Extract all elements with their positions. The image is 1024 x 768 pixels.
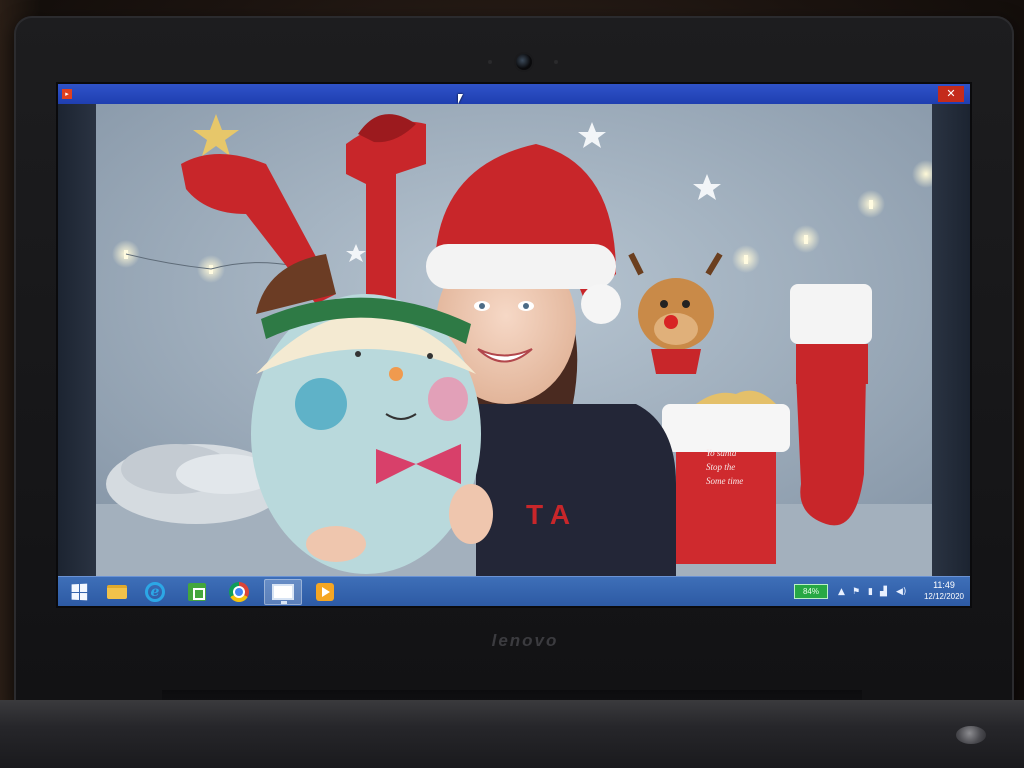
volume-icon[interactable]: ◀) <box>896 587 906 597</box>
webcam <box>516 54 532 70</box>
webcam-sensor <box>488 60 492 64</box>
monitor-icon <box>272 584 294 604</box>
power-button[interactable] <box>956 726 986 744</box>
taskbar-media-player[interactable] <box>306 579 344 605</box>
taskbar: e 84% ▲ ⚑ ▮ ▟ ◀) 11:49 12/12/2020 <box>58 576 970 606</box>
video-scene: Yo santa Stop the Some time T A <box>96 104 932 576</box>
store-icon <box>188 583 206 601</box>
taskbar-store[interactable] <box>178 579 216 605</box>
laptop-base <box>0 700 1024 768</box>
internet-explorer-icon: e <box>145 582 165 602</box>
taskbar-remote-desktop[interactable] <box>264 579 302 605</box>
taskbar-file-explorer[interactable] <box>98 579 136 605</box>
stocking-text-3: Some time <box>706 476 743 486</box>
show-hidden-icons-icon[interactable]: ▲ <box>838 587 845 597</box>
folder-icon <box>107 585 127 599</box>
action-center-flag-icon[interactable]: ⚑ <box>852 587 860 597</box>
video-feed: Yo santa Stop the Some time T A <box>96 104 932 576</box>
battery-indicator[interactable]: 84% <box>794 584 828 599</box>
stocking-text-1: Yo santa <box>706 448 737 458</box>
tshirt-print: T A <box>526 499 570 530</box>
app-icon: ▸ <box>62 89 72 99</box>
taskbar-internet-explorer[interactable]: e <box>136 579 174 605</box>
start-button[interactable] <box>60 579 98 605</box>
window-titlebar[interactable]: ▸ ✕ <box>58 84 970 104</box>
clock-date: 12/12/2020 <box>923 592 965 601</box>
windows-logo-icon <box>71 583 88 601</box>
taskbar-chrome[interactable] <box>220 579 258 605</box>
media-player-icon <box>316 583 334 601</box>
clock-time: 11:49 <box>933 580 955 590</box>
close-button[interactable]: ✕ <box>938 86 964 102</box>
window-border-right <box>932 104 970 576</box>
webcam-sensor <box>554 60 558 64</box>
battery-icon[interactable]: ▮ <box>868 587 873 597</box>
mouse-cursor-icon <box>458 94 468 104</box>
chrome-icon <box>229 582 249 602</box>
stocking-text-2: Stop the <box>706 462 735 472</box>
screen: ▸ ✕ Yo santa Stop the Some time T A e 84… <box>58 84 970 606</box>
wifi-signal-icon[interactable]: ▟ <box>880 587 887 597</box>
system-clock[interactable]: 11:49 12/12/2020 <box>920 580 968 602</box>
brand-logo: lenovo <box>491 631 559 650</box>
window-border-left <box>58 104 96 576</box>
